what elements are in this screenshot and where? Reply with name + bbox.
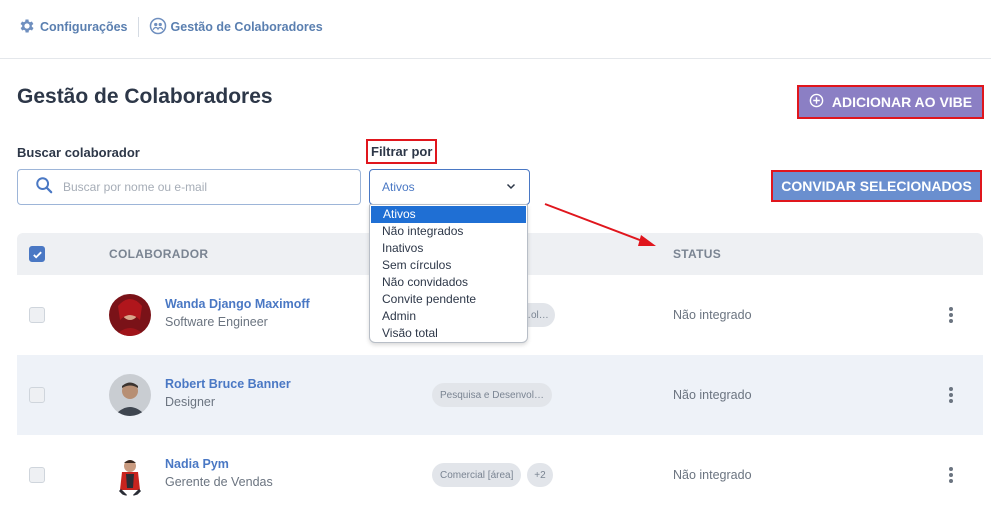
row-checkbox[interactable]: [29, 387, 45, 403]
more-options-icon[interactable]: [945, 305, 957, 325]
plus-circle-icon: [809, 93, 824, 111]
team-icon: [149, 17, 167, 38]
filter-option-convite-pendente[interactable]: Convite pendente: [370, 291, 527, 308]
add-to-vibe-button[interactable]: ADICIONAR AO VIBE: [797, 85, 984, 119]
select-all-checkbox[interactable]: [29, 246, 45, 262]
breadcrumb: Configurações Gestão de Colaboradores: [18, 17, 323, 37]
add-to-vibe-label: ADICIONAR AO VIBE: [831, 94, 973, 110]
collaborator-name[interactable]: Robert Bruce Banner: [165, 377, 291, 391]
filter-option-admin[interactable]: Admin: [370, 308, 527, 325]
filter-label: Filtrar por: [366, 139, 438, 164]
avatar: [109, 454, 151, 496]
breadcrumb-separator: [137, 17, 139, 37]
breadcrumb-label: Gestão de Colaboradores: [170, 20, 323, 34]
header-divider: [0, 58, 991, 59]
gear-icon: [18, 17, 36, 38]
avatar: [109, 374, 151, 416]
check-icon: [32, 251, 42, 259]
breadcrumb-label: Configurações: [40, 20, 128, 34]
filter-dropdown-menu: Ativos Não integrados Inativos Sem círcu…: [369, 204, 528, 343]
column-header-status[interactable]: STATUS: [673, 247, 721, 261]
column-header-collaborator[interactable]: COLABORADOR: [109, 247, 208, 261]
page-title: Gestão de Colaboradores: [17, 85, 273, 108]
invite-selected-label: CONVIDAR SELECIONADOS: [781, 178, 972, 194]
filter-option-inativos[interactable]: Inativos: [370, 240, 527, 257]
status-text: Não integrado: [673, 308, 752, 322]
search-label: Buscar colaborador: [17, 145, 140, 160]
more-options-icon[interactable]: [945, 465, 957, 485]
status-text: Não integrado: [673, 468, 752, 482]
avatar: [109, 294, 151, 336]
invite-selected-button[interactable]: CONVIDAR SELECIONADOS: [771, 170, 982, 202]
row-checkbox[interactable]: [29, 307, 45, 323]
filter-option-visao-total[interactable]: Visão total: [370, 325, 527, 342]
search-input[interactable]: [63, 180, 343, 194]
breadcrumb-item-configuracoes[interactable]: Configurações: [18, 17, 128, 38]
status-text: Não integrado: [673, 388, 752, 402]
search-field[interactable]: [17, 169, 361, 205]
filter-select[interactable]: Ativos: [369, 169, 530, 205]
filter-option-sem-circulos[interactable]: Sem círculos: [370, 257, 527, 274]
filter-option-ativos[interactable]: Ativos: [371, 206, 526, 223]
chevron-down-icon: [505, 180, 517, 195]
filter-selected-value: Ativos: [382, 180, 415, 194]
filter-option-nao-integrados[interactable]: Não integrados: [370, 223, 527, 240]
area-tag: Comercial [área]: [432, 463, 522, 487]
area-tag: Pesquisa e Desenvol…: [432, 383, 552, 407]
table-row[interactable]: Nadia Pym Gerente de Vendas Comercial [á…: [17, 435, 983, 509]
more-options-icon[interactable]: [945, 385, 957, 405]
collaborator-role: Designer: [165, 395, 216, 409]
search-icon: [35, 176, 53, 199]
more-tags-badge[interactable]: +2: [527, 463, 553, 487]
row-checkbox[interactable]: [29, 467, 45, 483]
filter-option-nao-convidados[interactable]: Não convidados: [370, 274, 527, 291]
table-row[interactable]: Robert Bruce Banner Designer Pesquisa e …: [17, 355, 983, 435]
collaborator-name[interactable]: Wanda Django Maximoff: [165, 297, 310, 311]
collaborator-role: Software Engineer: [165, 315, 268, 329]
collaborator-name[interactable]: Nadia Pym: [165, 457, 229, 471]
collaborator-role: Gerente de Vendas: [165, 475, 273, 489]
breadcrumb-item-gestao[interactable]: Gestão de Colaboradores: [149, 17, 323, 38]
